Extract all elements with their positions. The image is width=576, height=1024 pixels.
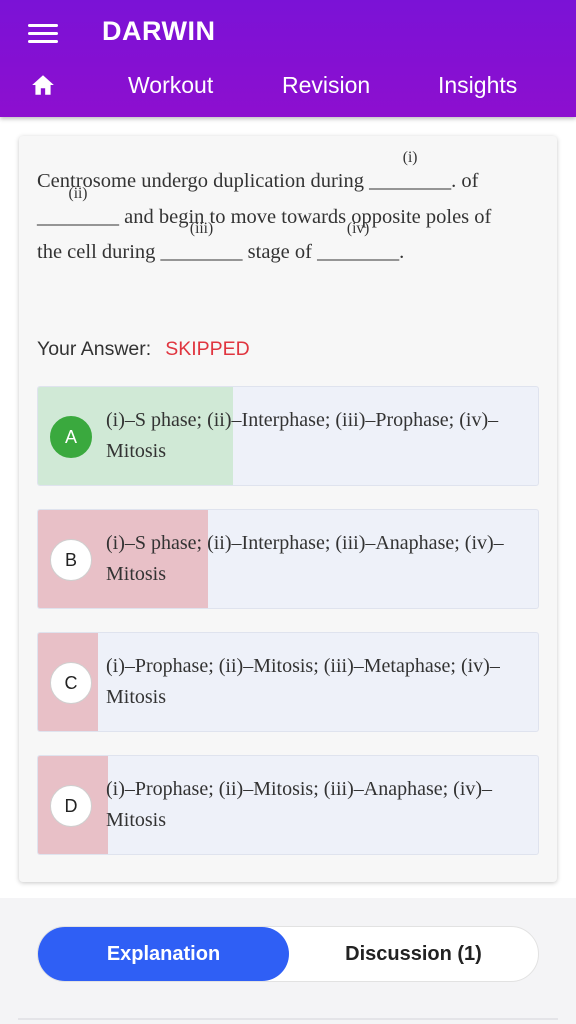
blank-line: ________	[317, 241, 400, 263]
blank-label: (iii)	[189, 220, 214, 237]
tab-discussion[interactable]: Discussion (1)	[288, 927, 539, 981]
question-blank: (ii) ________	[37, 185, 119, 236]
blank-line: ________	[369, 170, 452, 192]
menu-icon[interactable]	[28, 22, 58, 44]
question-segment: .	[399, 241, 405, 263]
option-text: (i)–S phase; (ii)–Interphase; (iii)–Prop…	[106, 409, 499, 462]
question-blank: (iv) ________	[317, 221, 400, 271]
blank-line: ________	[37, 205, 119, 228]
option-letter-badge: C	[50, 662, 92, 704]
blank-label: (ii)	[68, 184, 88, 202]
option-text: (i)–S phase; (ii)–Interphase; (iii)–Anap…	[106, 532, 504, 585]
your-answer-label: Your Answer:	[37, 338, 152, 360]
solution-tabs: Explanation Discussion (1)	[37, 926, 539, 982]
option-letter-badge: B	[50, 539, 92, 581]
top-nav: Workout Revision Insights	[0, 62, 576, 110]
option-letter-badge: D	[50, 785, 92, 827]
bottom-panel: Explanation Discussion (1)	[0, 898, 576, 1024]
question-segment: the cell during	[37, 241, 161, 263]
tab-insights[interactable]: Insights	[438, 72, 517, 99]
question-blank: (i) ________	[369, 150, 452, 200]
blank-line: ________	[160, 241, 243, 263]
tab-workout[interactable]: Workout	[128, 72, 213, 99]
option-text: (i)–Prophase; (ii)–Mitosis; (iii)–Metaph…	[106, 655, 500, 708]
question-card: Centrosome undergo duplication during (i…	[19, 136, 557, 882]
option-b[interactable]: B (i)–S phase; (ii)–Interphase; (iii)–An…	[37, 509, 539, 609]
option-d[interactable]: D (i)–Prophase; (ii)–Mitosis; (iii)–Anap…	[37, 755, 539, 855]
blank-label: (i)	[402, 149, 418, 166]
question-line: the cell during (iii) ________ stage of (…	[37, 221, 542, 271]
question-blank: (iii) ________	[160, 221, 243, 271]
app-title: DARWIN	[102, 16, 216, 46]
option-a[interactable]: A (i)–S phase; (ii)–Interphase; (iii)–Pr…	[37, 386, 539, 486]
app-header: DARWIN Workout Revision Insights	[0, 0, 576, 117]
blank-label: (iv)	[346, 220, 370, 237]
tab-explanation[interactable]: Explanation	[38, 927, 289, 981]
question-text: Centrosome undergo duplication during (i…	[37, 150, 542, 271]
home-icon[interactable]	[30, 72, 56, 98]
option-text: (i)–Prophase; (ii)–Mitosis; (iii)–Anapha…	[106, 778, 493, 831]
question-line: (ii) ________ and begin to move towards o…	[37, 185, 542, 236]
question-segment: . of	[451, 170, 479, 192]
your-answer-row: Your Answer: SKIPPED	[37, 338, 250, 361]
tab-revision[interactable]: Revision	[282, 72, 370, 99]
divider	[18, 1018, 558, 1020]
option-letter-badge: A	[50, 416, 92, 458]
option-c[interactable]: C (i)–Prophase; (ii)–Mitosis; (iii)–Meta…	[37, 632, 539, 732]
answer-status: SKIPPED	[165, 338, 250, 360]
question-segment: stage of	[242, 241, 318, 263]
